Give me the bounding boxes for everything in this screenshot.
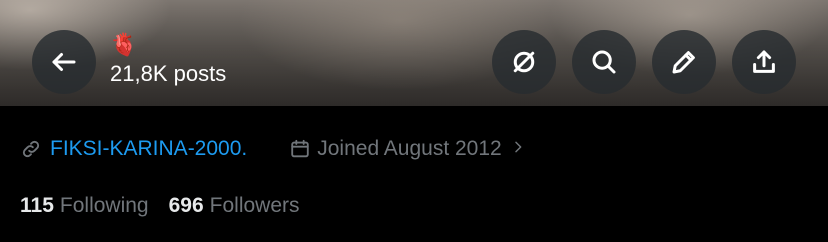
- mute-button[interactable]: [492, 30, 556, 94]
- profile-link[interactable]: FIKSI-KARINA-2000.: [20, 137, 247, 161]
- chevron-right-icon: [510, 137, 526, 161]
- compose-button[interactable]: [652, 30, 716, 94]
- follow-stats: 115 Following 696 Followers: [20, 192, 300, 220]
- profile-title-block: 🫀 21,8K posts: [110, 34, 226, 88]
- arrow-left-icon: [52, 53, 76, 71]
- search-button[interactable]: [572, 30, 636, 94]
- share-button[interactable]: [732, 30, 796, 94]
- following-link[interactable]: 115 Following: [20, 194, 149, 218]
- profile-meta-row: FIKSI-KARINA-2000. Joined August 2012: [20, 134, 526, 164]
- profile-name: 🫀: [110, 33, 138, 58]
- following-count: 115: [20, 194, 54, 217]
- joined-date-text: Joined August 2012: [317, 137, 502, 160]
- search-icon: [592, 50, 616, 74]
- share-icon: [753, 50, 775, 73]
- followers-label: Followers: [209, 194, 300, 217]
- profile-link-text[interactable]: FIKSI-KARINA-2000.: [50, 137, 247, 161]
- followers-count: 696: [168, 194, 204, 217]
- mute-icon: [513, 51, 535, 73]
- followers-link[interactable]: 696 Followers: [169, 194, 300, 218]
- link-icon: [22, 140, 40, 158]
- calendar-icon: [291, 139, 309, 158]
- joined-date[interactable]: Joined August 2012: [289, 137, 526, 161]
- following-label: Following: [59, 194, 149, 217]
- post-count: 21,8K posts: [110, 61, 227, 86]
- pencil-icon: [672, 51, 695, 74]
- back-button[interactable]: [32, 30, 96, 94]
